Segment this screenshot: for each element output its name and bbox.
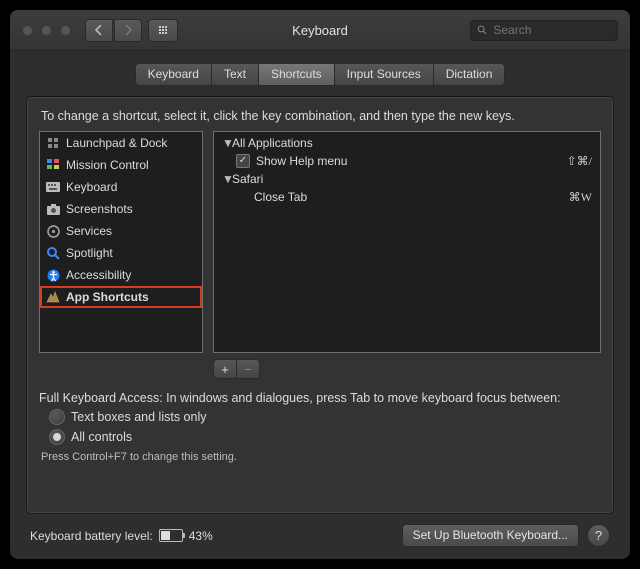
sidebar-item-label: Screenshots [66, 202, 133, 216]
sidebar-item-accessibility[interactable]: Accessibility [40, 264, 202, 286]
keyboard-icon [46, 180, 60, 194]
forward-button[interactable] [114, 19, 142, 42]
add-button[interactable]: + [214, 360, 237, 378]
tab-shortcuts[interactable]: Shortcuts [259, 64, 335, 85]
fka-hint: Press Control+F7 to change this setting. [41, 451, 601, 463]
battery-icon [159, 529, 183, 542]
shortcut-keys[interactable]: ⇧⌘/ [567, 154, 592, 169]
fka-option-all-controls[interactable]: All controls [49, 429, 601, 445]
shortcut-label: Close Tab [254, 190, 307, 204]
remove-button[interactable]: − [237, 360, 259, 378]
radio-label: Text boxes and lists only [71, 410, 207, 424]
add-remove-control: + − [213, 359, 260, 379]
grid-icon [159, 26, 167, 34]
sidebar-item-screenshots[interactable]: Screenshots [40, 198, 202, 220]
shortcut-keys[interactable]: ⌘W [569, 190, 592, 205]
nav-buttons [85, 19, 142, 42]
tab-bar: Keyboard Text Shortcuts Input Sources Di… [26, 63, 614, 86]
fka-option-text-boxes[interactable]: Text boxes and lists only [49, 409, 601, 425]
services-icon [46, 224, 60, 238]
tab-text[interactable]: Text [212, 64, 259, 85]
app-shortcuts-icon [46, 290, 60, 304]
search-icon [477, 24, 487, 36]
radio-icon[interactable] [49, 429, 65, 445]
radio-label: All controls [71, 430, 132, 444]
minimize-window-icon[interactable] [41, 25, 52, 36]
search-field[interactable] [470, 20, 618, 41]
launchpad-icon [46, 136, 60, 150]
battery-percent: 43% [189, 529, 213, 543]
sidebar-item-label: App Shortcuts [66, 290, 149, 304]
tab-dictation[interactable]: Dictation [434, 64, 505, 85]
group-label: All Applications [232, 136, 313, 150]
sidebar-item-label: Accessibility [66, 268, 131, 282]
titlebar: Keyboard [10, 10, 630, 51]
shortcut-list[interactable]: ▼ All Applications Show Help menu ⇧⌘/ ▼ … [213, 131, 601, 353]
tab-input-sources[interactable]: Input Sources [335, 64, 434, 85]
sidebar-item-services[interactable]: Services [40, 220, 202, 242]
bluetooth-keyboard-button[interactable]: Set Up Bluetooth Keyboard... [402, 524, 579, 547]
accessibility-icon [46, 268, 60, 282]
category-sidebar[interactable]: Launchpad & Dock Mission Control Keyboar… [39, 131, 203, 353]
group-header-all-applications[interactable]: ▼ All Applications [214, 134, 600, 152]
shortcut-label: Show Help menu [256, 154, 347, 168]
sidebar-item-launchpad[interactable]: Launchpad & Dock [40, 132, 202, 154]
full-keyboard-access-label: Full Keyboard Access: In windows and dia… [39, 391, 601, 405]
window-controls [10, 25, 71, 36]
disclosure-triangle-icon[interactable]: ▼ [222, 136, 230, 150]
enable-checkbox[interactable] [236, 154, 250, 168]
sidebar-item-label: Spotlight [66, 246, 113, 260]
show-all-button[interactable] [148, 19, 178, 42]
screenshots-icon [46, 202, 60, 216]
mission-control-icon [46, 158, 60, 172]
sidebar-item-app-shortcuts[interactable]: App Shortcuts [40, 286, 202, 308]
disclosure-triangle-icon[interactable]: ▼ [222, 172, 230, 186]
radio-icon[interactable] [49, 409, 65, 425]
instruction-text: To change a shortcut, select it, click t… [41, 109, 599, 123]
search-input[interactable] [491, 22, 611, 38]
sidebar-item-keyboard[interactable]: Keyboard [40, 176, 202, 198]
sidebar-item-mission-control[interactable]: Mission Control [40, 154, 202, 176]
spotlight-icon [46, 246, 60, 260]
zoom-window-icon[interactable] [60, 25, 71, 36]
back-button[interactable] [85, 19, 113, 42]
shortcut-row-show-help-menu[interactable]: Show Help menu ⇧⌘/ [214, 152, 600, 170]
group-header-safari[interactable]: ▼ Safari [214, 170, 600, 188]
help-button[interactable]: ? [587, 524, 610, 547]
close-window-icon[interactable] [22, 25, 33, 36]
group-label: Safari [232, 172, 263, 186]
battery-status: Keyboard battery level: 43% [30, 529, 213, 543]
sidebar-item-label: Services [66, 224, 112, 238]
shortcut-row-close-tab[interactable]: Close Tab ⌘W [214, 188, 600, 206]
tab-keyboard[interactable]: Keyboard [136, 64, 212, 85]
sidebar-item-label: Mission Control [66, 158, 149, 172]
sidebar-item-label: Keyboard [66, 180, 117, 194]
sidebar-item-spotlight[interactable]: Spotlight [40, 242, 202, 264]
sidebar-item-label: Launchpad & Dock [66, 136, 167, 150]
battery-label: Keyboard battery level: [30, 529, 153, 543]
